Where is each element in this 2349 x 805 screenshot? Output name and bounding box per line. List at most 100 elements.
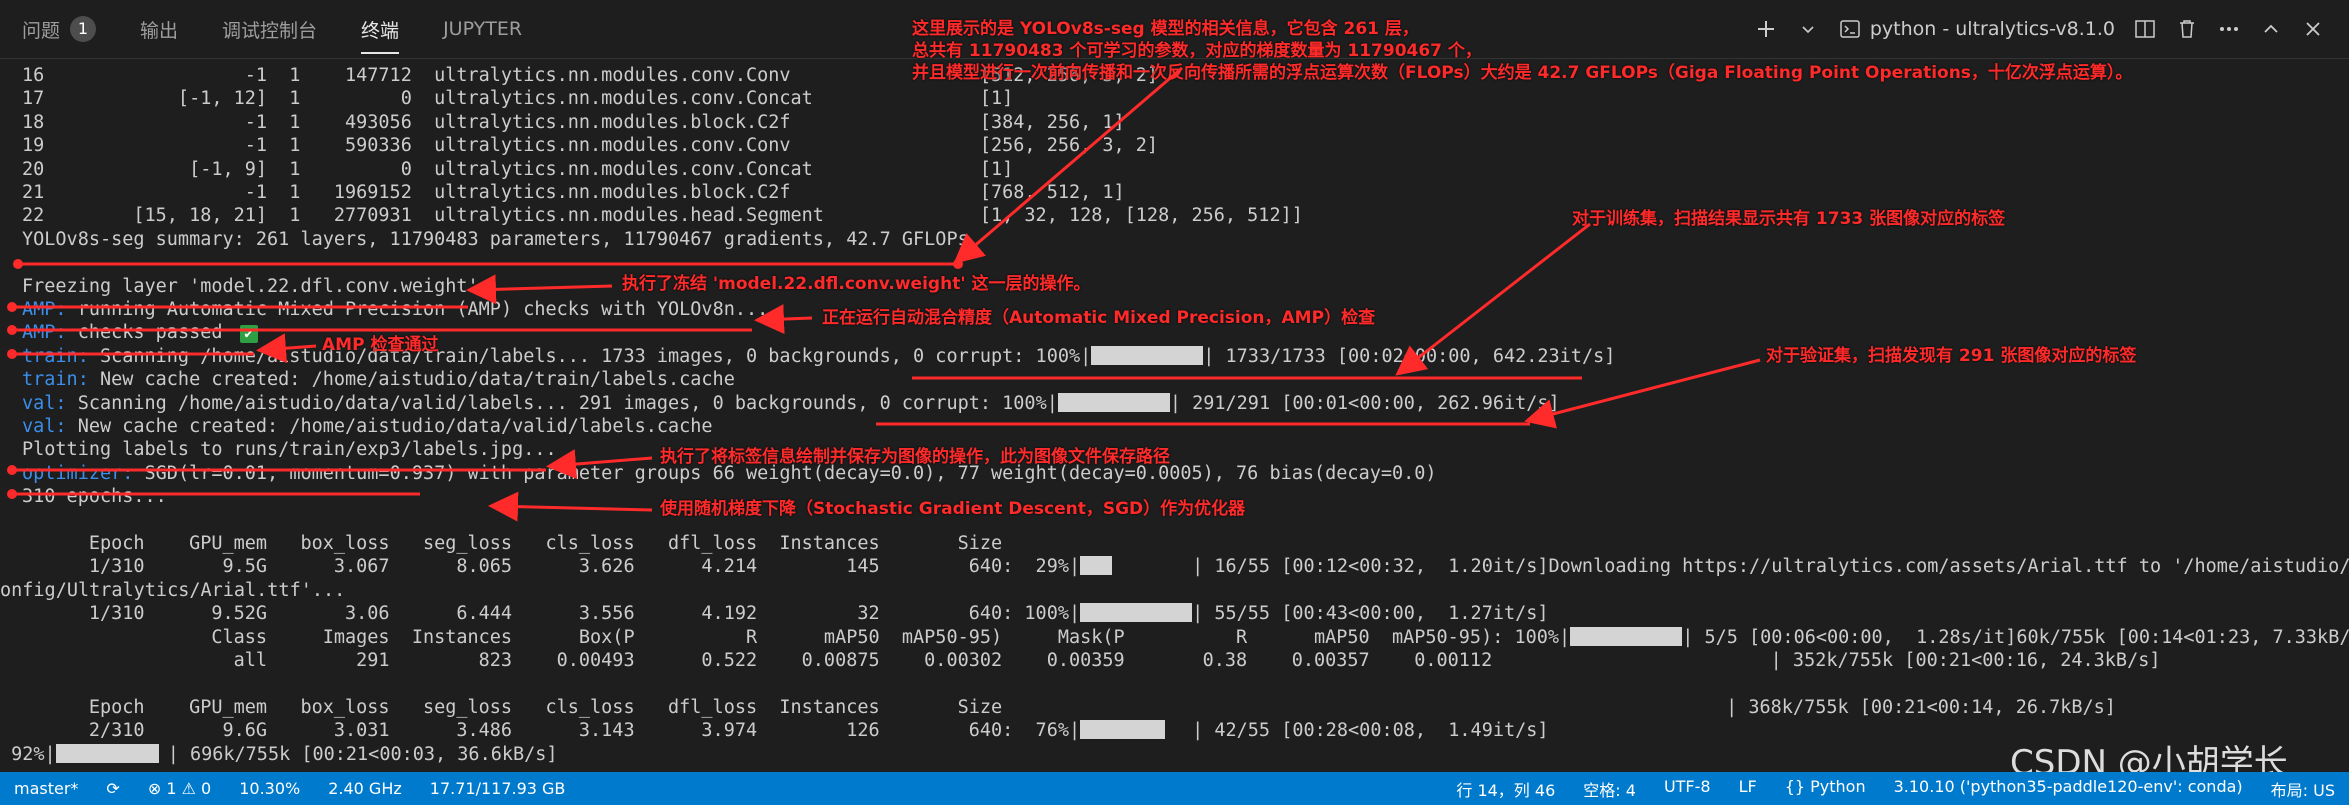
progress-bar bbox=[1091, 345, 1204, 365]
terminal-line: onfig/Ultralytics/Arial.ttf'... bbox=[0, 579, 345, 602]
terminal-line-text: 18 -1 1 493056 ultralytics.nn.modules.bl… bbox=[22, 111, 1125, 133]
split-terminal-icon[interactable] bbox=[2133, 17, 2157, 41]
python-interpreter[interactable]: 3.10.10 ('python35-paddle120-env': conda… bbox=[1880, 777, 2257, 801]
status-bar: master* ⟳ ⊗ 1 ⚠ 0 10.30% 2.40 GHz 17.71/… bbox=[0, 772, 2349, 805]
terminal-line-text: 92%| bbox=[0, 743, 56, 765]
terminal-line: Epoch GPU_mem box_loss seg_loss cls_loss… bbox=[22, 532, 1002, 555]
log-prefix: val: bbox=[22, 392, 67, 414]
progress-bar bbox=[55, 743, 159, 763]
terminal-output[interactable]: 16 -1 1 147712 ultralytics.nn.modules.co… bbox=[0, 60, 2349, 772]
log-prefix: val: bbox=[22, 416, 67, 437]
problems-indicator[interactable]: ⊗ 1 ⚠ 0 bbox=[134, 779, 225, 798]
terminal-line: Plotting labels to runs/train/exp3/label… bbox=[22, 438, 557, 461]
log-prefix: AMP: bbox=[22, 322, 67, 344]
line-ending[interactable]: LF bbox=[1725, 777, 1771, 801]
terminal-line: 92%| | 696k/755k [00:21<00:03, 36.6kB/s] bbox=[0, 743, 558, 766]
tab-output[interactable]: 输出 bbox=[118, 0, 200, 58]
terminal-line: 21 -1 1 1969152 ultralytics.nn.modules.b… bbox=[22, 181, 1125, 204]
problems-count-badge: 1 bbox=[70, 16, 97, 42]
tab-jupyter[interactable]: JUPYTER bbox=[421, 0, 544, 58]
terminal-line: 19 -1 1 590336 ultralytics.nn.modules.co… bbox=[22, 134, 1158, 157]
progress-bar bbox=[1570, 626, 1683, 646]
terminal-line-text: all 291 823 0.00493 0.522 0.00875 0.0030… bbox=[22, 650, 2161, 671]
keyboard-layout[interactable]: 布局: US bbox=[2257, 777, 2349, 801]
close-icon[interactable] bbox=[2301, 17, 2325, 41]
terminal-line-text: 310 epochs... bbox=[22, 486, 167, 508]
terminal-line-text: Plotting labels to runs/train/exp3/label… bbox=[22, 439, 557, 461]
progress-suffix: | 16/55 [00:12<00:32, 1.20it/s]Downloadi… bbox=[1192, 556, 2349, 578]
tab-terminal-label: 终端 bbox=[361, 19, 400, 42]
indentation[interactable]: 空格: 4 bbox=[1569, 777, 1650, 801]
terminal-line: train: New cache created: /home/aistudio… bbox=[22, 368, 735, 391]
terminal-line-text: Epoch GPU_mem box_loss seg_loss cls_loss… bbox=[22, 696, 2116, 718]
terminal-line-text: checks passed bbox=[66, 322, 234, 344]
terminal-line-text: 1/310 9.52G 3.06 6.444 3.556 4.192 32 64… bbox=[22, 603, 1081, 625]
terminal-line: Class Images Instances Box(P R mAP50 mAP… bbox=[22, 626, 2349, 649]
terminal-line: 20 [-1, 9] 1 0 ultralytics.nn.modules.co… bbox=[22, 158, 1013, 181]
terminal-line-text: 21 -1 1 1969152 ultralytics.nn.modules.b… bbox=[22, 182, 1125, 203]
sync-icon[interactable]: ⟳ bbox=[92, 779, 133, 798]
tab-problems[interactable]: 问题 1 bbox=[0, 0, 118, 58]
terminal-line: Epoch GPU_mem box_loss seg_loss cls_loss… bbox=[22, 696, 2116, 719]
trash-icon[interactable] bbox=[2175, 17, 2199, 41]
terminal-line: YOLOv8s-seg summary: 261 layers, 1179048… bbox=[22, 228, 969, 251]
progress-suffix: | 42/55 [00:28<00:08, 1.49it/s] bbox=[1192, 720, 1549, 742]
log-prefix: train: bbox=[22, 369, 89, 391]
annotation-plot-labels: 执行了将标签信息绘制并保存为图像的操作，此为图像文件保存路径 bbox=[660, 447, 1170, 467]
tab-debug-console[interactable]: 调试控制台 bbox=[200, 0, 339, 58]
progress-bar bbox=[1057, 392, 1170, 412]
terminal-line-text: Epoch GPU_mem box_loss seg_loss cls_loss… bbox=[22, 533, 1003, 554]
terminal-line: AMP: running Automatic Mixed Precision (… bbox=[22, 298, 768, 321]
progress-suffix: | 696k/755k [00:21<00:03, 36.6kB/s] bbox=[167, 743, 558, 765]
progress-bar bbox=[1080, 720, 1166, 740]
terminal-line-text: Scanning /home/aistudio/data/train/label… bbox=[88, 345, 1092, 367]
terminal-line-text: running Automatic Mixed Precision (AMP) … bbox=[66, 299, 769, 320]
terminal-line-text: 1/310 9.5G 3.067 8.065 3.626 4.214 145 6… bbox=[22, 556, 1081, 578]
terminal-line: AMP: checks passed ✔ bbox=[22, 321, 258, 344]
annotation-model-summary: 这里展示的是 YOLOv8s-seg 模型的相关信息，它包含 261 层， 总共… bbox=[912, 19, 2133, 83]
progress-suffix: | 5/5 [00:06<00:00, 1.28s/it]60k/755k [0… bbox=[1682, 626, 2349, 648]
status-bar-right: 行 14，列 46 空格: 4 UTF-8 LF {} Python 3.10.… bbox=[1442, 777, 2349, 801]
terminal-line: val: New cache created: /home/aistudio/d… bbox=[22, 415, 713, 438]
terminal-line-text: 20 [-1, 9] 1 0 ultralytics.nn.modules.co… bbox=[22, 158, 1014, 180]
terminal-line-text: Class Images Instances Box(P R mAP50 mAP… bbox=[22, 626, 1571, 648]
terminal-line-text: onfig/Ultralytics/Arial.ttf'... bbox=[0, 579, 346, 601]
terminal-line-text: 22 [15, 18, 21] 1 2770931 ultralytics.nn… bbox=[22, 205, 1303, 227]
language-mode[interactable]: {} Python bbox=[1771, 777, 1880, 801]
terminal-line-text: 17 [-1, 12] 1 0 ultralytics.nn.modules.c… bbox=[22, 88, 1014, 110]
cursor-position[interactable]: 行 14，列 46 bbox=[1442, 777, 1569, 801]
terminal-line: train: Scanning /home/aistudio/data/trai… bbox=[22, 345, 1615, 368]
memory-usage: 17.71/117.93 GB bbox=[429, 779, 566, 798]
annotation-train-labels: 对于训练集，扫描结果显示共有 1733 张图像对应的标签 bbox=[1572, 209, 2006, 229]
git-branch[interactable]: master* bbox=[0, 779, 92, 798]
progress-suffix: | 291/291 [00:01<00:00, 262.96it/s] bbox=[1169, 392, 1560, 414]
log-prefix: optimizer: bbox=[22, 462, 134, 484]
terminal-line: 22 [15, 18, 21] 1 2770931 ultralytics.nn… bbox=[22, 204, 1303, 227]
annotation-freeze-layer: 执行了冻结 'model.22.dfl.conv.weight' 这一层的操作。 bbox=[622, 274, 1091, 294]
progress-bar bbox=[1080, 603, 1193, 623]
encoding[interactable]: UTF-8 bbox=[1650, 777, 1725, 801]
terminal-line: 2/310 9.6G 3.031 3.486 3.143 3.974 126 6… bbox=[22, 719, 1549, 742]
progress-suffix: | 1733/1733 [00:02<00:00, 642.23it/s] bbox=[1203, 345, 1616, 367]
terminal-line: val: Scanning /home/aistudio/data/valid/… bbox=[22, 392, 1560, 415]
tab-jupyter-label: JUPYTER bbox=[443, 18, 523, 40]
terminal-line: 17 [-1, 12] 1 0 ultralytics.nn.modules.c… bbox=[22, 87, 1013, 110]
terminal-line-text: Scanning /home/aistudio/data/valid/label… bbox=[66, 392, 1058, 414]
tab-terminal[interactable]: 终端 bbox=[339, 0, 421, 58]
annotation-val-labels: 对于验证集，扫描发现有 291 张图像对应的标签 bbox=[1766, 346, 2137, 366]
terminal-line-text: New cache created: /home/aistudio/data/t… bbox=[88, 369, 735, 391]
terminal-line: 1/310 9.5G 3.067 8.065 3.626 4.214 145 6… bbox=[22, 555, 2349, 578]
terminal-line: Freezing layer 'model.22.dfl.conv.weight… bbox=[22, 275, 479, 298]
tab-output-label: 输出 bbox=[140, 19, 179, 42]
log-prefix: train: bbox=[22, 345, 89, 367]
check-mark-icon: ✔ bbox=[239, 325, 258, 344]
progress-suffix: | 55/55 [00:43<00:00, 1.27it/s] bbox=[1192, 603, 1549, 625]
more-actions-icon[interactable] bbox=[2217, 17, 2241, 41]
cpu-usage: 10.30% bbox=[239, 779, 301, 798]
tab-problems-label: 问题 bbox=[22, 19, 61, 42]
terminal-line: all 291 823 0.00493 0.522 0.00875 0.0030… bbox=[22, 649, 2161, 672]
terminal-line-text: 2/310 9.6G 3.031 3.486 3.143 3.974 126 6… bbox=[22, 720, 1081, 742]
chevron-up-icon[interactable] bbox=[2259, 17, 2283, 41]
progress-bar bbox=[1080, 556, 1113, 576]
terminal-line: 18 -1 1 493056 ultralytics.nn.modules.bl… bbox=[22, 111, 1125, 134]
